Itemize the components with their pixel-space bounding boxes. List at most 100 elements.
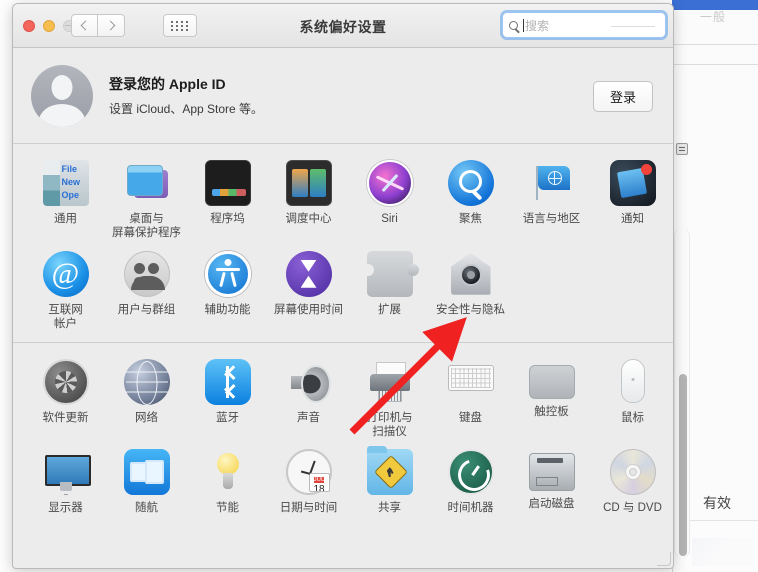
pref-item-time-machine[interactable]: 时间机器 [430,445,511,521]
pref-item-network[interactable]: 网络 [106,355,187,446]
printer-output-paper [377,388,402,402]
pref-item-desktop-screensaver[interactable]: 桌面与 屏幕保护程序 [106,156,187,247]
search-field-rule [611,26,655,27]
pref-item-startup-disk[interactable]: 启动磁盘 [511,445,592,521]
pref-item-sound[interactable]: 声音 [268,355,349,446]
pref-item-extensions[interactable]: 扩展 [349,247,430,338]
pref-label: 互联网 帐户 [48,303,83,331]
startup-disk-icon [528,453,575,492]
background-divider [672,64,758,65]
pref-label: 触控板 [534,405,569,418]
trackpad-icon [528,364,575,399]
pref-label: CD 与 DVD [603,502,662,515]
pref-label: 聚焦 [459,213,482,225]
general-icon [42,160,89,206]
pref-item-keyboard[interactable]: 键盘 [430,355,511,446]
pref-item-mouse[interactable]: 鼠标 [592,355,673,446]
pref-item-security-privacy[interactable]: 安全性与隐私 [430,247,511,338]
notifications-icon [609,160,656,206]
pref-item-general[interactable]: 通用 [25,156,106,247]
pref-item-notifications[interactable]: 通知 [592,156,673,247]
pref-label: 屏幕使用时间 [274,303,343,316]
pref-item-accessibility[interactable]: 辅助功能 [187,247,268,338]
pref-item-screen-time[interactable]: 屏幕使用时间 [268,247,349,338]
pref-label: 软件更新 [42,411,89,424]
preferences-row: 通用 桌面与 屏幕保护程序 程序坞 调度中心 Siri [13,156,673,247]
background-artifact [692,538,752,566]
pref-label: 语言与地区 [522,213,581,225]
pref-item-bluetooth[interactable]: 蓝牙 [187,355,268,446]
mission-control-icon [285,160,332,206]
preferences-row: 显示器 随航 节能 JUL 18 日期与时间 共享 时间机器 启动磁盘 CD 与… [13,445,673,521]
pref-label: 节能 [216,502,239,515]
preferences-section-hardware: 软件更新 网络 蓝牙 声音 打印机与 扫描仪 键盘 触控板 鼠标 显示器 随航 … [13,341,673,526]
pref-item-sharing[interactable]: 共享 [349,445,430,521]
pref-item-sidecar[interactable]: 随航 [106,445,187,521]
globe-icon [547,171,562,185]
pref-label: 声音 [297,411,320,424]
security-privacy-icon [448,251,494,297]
calendar-badge: JUL 18 [308,473,330,493]
spotlight-icon [447,160,494,206]
pref-label: 调度中心 [285,213,332,225]
calendar-month: JUL [313,477,325,484]
pref-item-energy-saver[interactable]: 节能 [187,445,268,521]
accessibility-legs [219,272,237,287]
cd-dvd-icon [609,449,656,496]
pref-label: 网络 [135,411,158,424]
sign-in-button[interactable]: 登录 [592,81,653,112]
pref-item-users-groups[interactable]: 用户与群组 [106,247,187,338]
pref-label: 启动磁盘 [528,498,575,511]
pref-item-software-update[interactable]: 软件更新 [25,355,106,446]
keyboard-icon [447,364,494,391]
extensions-icon [361,250,419,297]
background-scrollbar-thumb[interactable] [679,374,687,556]
apple-id-title: 登录您的 Apple ID [109,76,226,92]
pref-item-date-time[interactable]: JUL 18 日期与时间 [268,445,349,521]
pref-item-printers-scanners[interactable]: 打印机与 扫描仪 [349,355,430,446]
sharing-walker-glyph [386,467,394,478]
pref-item-internet-accounts[interactable]: 互联网 帐户 [25,247,106,338]
pref-label: 蓝牙 [216,411,239,424]
siri-icon [366,160,413,206]
energy-saver-icon [205,449,251,495]
pref-item-displays[interactable]: 显示器 [25,445,106,521]
background-faint-label: 一般 [700,10,727,24]
pref-label: 通知 [621,213,644,225]
pref-label: 时间机器 [447,502,494,515]
titlebar: 系统偏好设置 搜索 [13,4,673,48]
mouse-icon [620,358,645,403]
apple-id-banner[interactable]: 登录您的 Apple ID 设置 iCloud、App Store 等。 登录 [13,48,673,144]
preferences-row: 软件更新 网络 蓝牙 声音 打印机与 扫描仪 键盘 触控板 鼠标 [13,355,673,446]
pref-item-siri[interactable]: Siri [349,156,430,247]
pref-item-dock[interactable]: 程序坞 [187,156,268,247]
screen-time-icon [285,250,332,297]
time-machine-icon [447,449,494,496]
pref-item-mission-control[interactable]: 调度中心 [268,156,349,247]
pref-label: 扩展 [378,303,401,316]
software-update-icon [42,358,89,405]
mouse-icon-wrap [610,358,656,405]
pref-label: 辅助功能 [204,303,251,316]
internet-accounts-icon [42,250,89,297]
sharing-icon [366,446,413,496]
pref-item-cd-dvd[interactable]: CD 与 DVD [592,445,673,521]
keyboard-icon-wrap [447,359,494,405]
pref-item-spotlight[interactable]: 聚焦 [430,156,511,247]
pref-label: 桌面与 屏幕保护程序 [112,213,181,240]
pref-label: 显示器 [48,502,83,515]
system-preferences-window: 系统偏好设置 搜索 登录您的 Apple ID 设置 iCloud、App St… [12,3,674,569]
background-scrollbar[interactable] [674,228,690,558]
pref-label: 安全性与隐私 [436,303,505,316]
window-resize-corner[interactable] [657,552,671,566]
text-caret [523,18,524,32]
calendar-day: 18 [313,484,325,493]
displays-icon [43,449,91,495]
pref-item-trackpad[interactable]: 触控板 [511,355,592,446]
sound-icon [286,359,332,405]
dock-icon [204,160,251,206]
date-time-icon: JUL 18 [285,449,332,496]
search-field[interactable]: 搜索 [502,12,666,38]
pref-item-language-region[interactable]: 语言与地区 [511,156,592,247]
background-window-resize-handle[interactable] [676,143,688,155]
